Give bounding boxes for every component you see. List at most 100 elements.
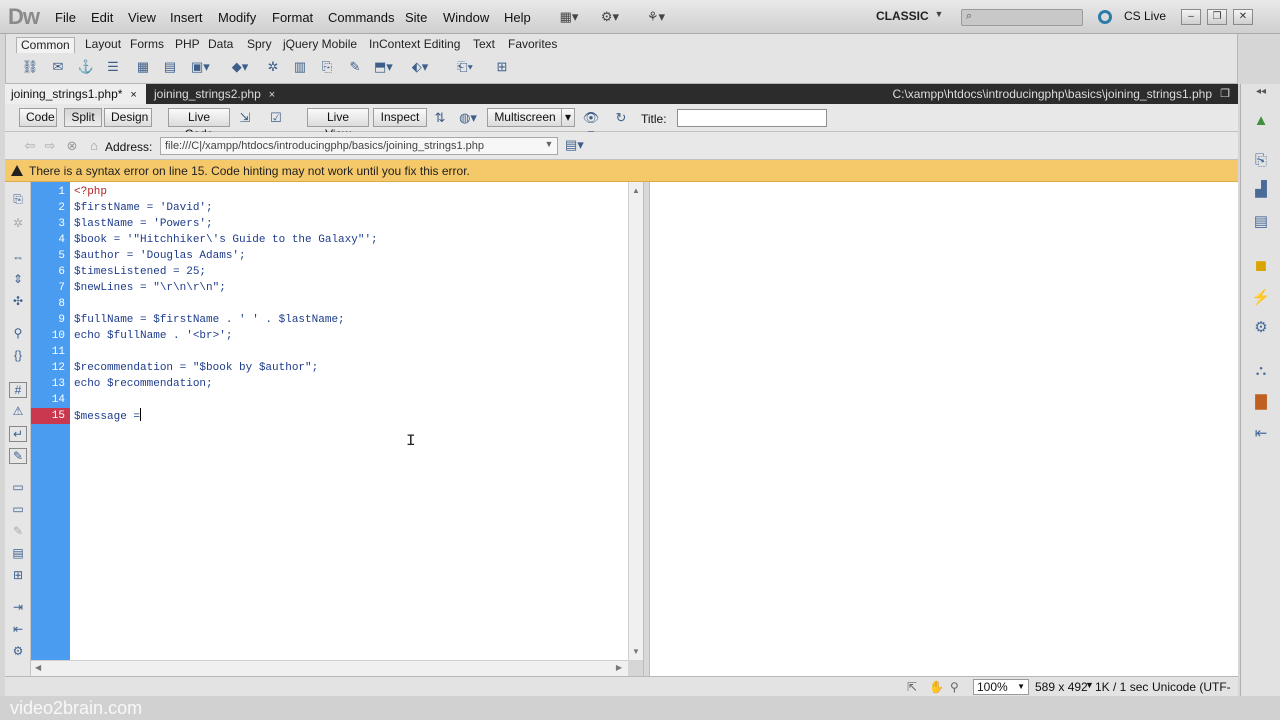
script-icon[interactable]: ⬖▾ [411,59,429,77]
tab-incontext-editing[interactable]: InContext Editing [365,37,464,53]
tab-spry[interactable]: Spry [243,37,276,53]
tab-data[interactable]: Data [204,37,237,53]
tab-php[interactable]: PHP [171,37,204,53]
balance-braces-icon[interactable]: {} [9,348,27,364]
div-icon[interactable]: ▤ [161,59,179,77]
select-tool-icon[interactable]: ⇱ [907,680,917,694]
open-documents-icon[interactable]: ⎘ [9,192,27,208]
search-input[interactable]: ⌕ [961,9,1083,26]
menu-file[interactable]: File [55,10,76,25]
design-view[interactable] [650,182,1238,676]
indent-icon[interactable]: ⇥ [9,600,27,616]
site-manager-icon[interactable]: ⚘▾ [645,9,667,25]
menu-view[interactable]: View [128,10,156,25]
code-view-button[interactable]: Code [19,108,57,127]
tab-layout[interactable]: Layout [81,37,125,53]
window-size[interactable]: 589 x 492 [1035,680,1088,694]
move-css-icon[interactable]: ⊞ [9,568,27,584]
workspace-switcher[interactable]: CLASSIC [876,9,929,23]
tab-forms[interactable]: Forms [126,37,168,53]
chevron-down-icon[interactable]: ▼ [928,9,950,25]
insert-panel-icon[interactable]: ▲ [1251,112,1271,132]
code-horizontal-scrollbar[interactable]: ◀ ▶ [31,660,628,676]
cs-live-button[interactable]: CS Live [1124,9,1166,23]
media-icon[interactable]: ◆▾ [231,59,249,77]
server-behaviors-icon[interactable]: ⚡ [1251,288,1271,308]
close-icon[interactable]: × [269,89,275,101]
scroll-right-icon[interactable]: ▶ [616,663,622,672]
gear-icon[interactable]: ⚙▾ [599,9,621,25]
show-code-navigator-icon[interactable]: ✲ [9,216,27,232]
refresh-icon[interactable]: ↻ [612,110,630,128]
snippets-icon[interactable]: ⇤ [1251,424,1271,444]
menu-modify[interactable]: Modify [218,10,256,25]
check-browser-icon[interactable]: ☑ [267,110,285,128]
zoom-select[interactable]: 100% ▼ [973,679,1029,695]
wrap-tag-icon[interactable]: ✎ [9,524,27,540]
table-icon[interactable]: ▦ [134,59,152,77]
databases-icon[interactable]: ◼ [1251,256,1271,276]
live-view-button[interactable]: Live View [307,108,369,141]
collapse-full-tag-icon[interactable]: ⇔ [9,250,27,266]
tab-favorites[interactable]: Favorites [504,37,561,53]
menu-commands[interactable]: Commands [328,10,394,25]
format-source-icon[interactable]: ⚙ [9,644,27,660]
horizontal-rule-icon[interactable]: ☰ [104,59,122,77]
inspect-button[interactable]: Inspect [373,108,427,127]
apply-comment-icon[interactable]: ▭ [9,480,27,496]
expand-panels-icon[interactable]: ◂◂ [1251,86,1271,106]
select-parent-tag-icon[interactable]: ⚲ [9,326,27,342]
image-icon[interactable]: ▣▾ [191,59,210,77]
menu-insert[interactable]: Insert [170,10,203,25]
named-anchor-icon[interactable]: ⚓ [77,59,95,77]
file-transfer-icon[interactable]: ⇅ [431,110,449,128]
back-icon[interactable]: ⇦ [21,138,39,156]
menu-edit[interactable]: Edit [91,10,113,25]
date-icon[interactable]: ▥ [291,59,309,77]
bindings-icon[interactable]: ⚙ [1251,318,1271,338]
collapse-selection-icon[interactable]: ⇕ [9,272,27,288]
minimize-button[interactable]: – [1181,9,1201,25]
inspect-mode-icon[interactable]: ⇲ [236,110,254,128]
tab-joining-strings2[interactable]: joining_strings2.php × [148,84,283,104]
browse-options-icon[interactable]: ▤▾ [565,137,584,155]
design-view-button[interactable]: Design [104,108,152,127]
maximize-button[interactable]: ❐ [1207,9,1227,25]
files-icon[interactable]: ⛬ [1251,362,1271,382]
split-view-button[interactable]: Split [64,108,102,127]
live-code-button[interactable]: Live Code [168,108,230,141]
tab-text[interactable]: Text [469,37,499,53]
comment-icon[interactable]: ✎ [346,59,364,77]
expand-all-icon[interactable]: ✣ [9,294,27,310]
scroll-down-icon[interactable]: ▼ [632,647,640,656]
word-wrap-icon[interactable]: ↵ [9,426,27,442]
multiscreen-dropdown[interactable]: ▾ [561,108,575,127]
hand-tool-icon[interactable]: ✋ [929,680,944,694]
forward-icon[interactable]: ⇨ [41,138,59,156]
line-numbers-icon[interactable]: # [9,382,27,398]
head-icon[interactable]: ⬒▾ [374,59,393,77]
menu-site[interactable]: Site [405,10,427,25]
chevron-down-icon[interactable]: ▼ [540,139,558,157]
remove-comment-icon[interactable]: ▭ [9,502,27,518]
multiscreen-button[interactable]: Multiscreen [487,108,563,127]
syntax-coloring-icon[interactable]: ✎ [9,448,27,464]
title-input[interactable] [677,109,827,127]
menu-window[interactable]: Window [443,10,489,25]
tag-chooser-icon[interactable]: ⊞ [493,59,511,77]
close-button[interactable]: ✕ [1233,9,1253,25]
code-vertical-scrollbar[interactable]: ▲ ▼ [628,182,643,660]
split-divider[interactable] [643,182,650,676]
tab-common[interactable]: Common [16,37,75,53]
menu-help[interactable]: Help [504,10,531,25]
globe-icon[interactable]: ◍▾ [459,110,477,128]
code-editor[interactable]: <?php $firstName = 'David'; $lastName = … [70,182,628,660]
scroll-up-icon[interactable]: ▲ [632,186,640,195]
css-styles-icon[interactable]: ⎘ [1251,152,1271,172]
server-side-include-icon[interactable]: ⎘ [318,59,336,77]
restore-icon[interactable]: ❐ [1220,87,1230,100]
scroll-left-icon[interactable]: ◀ [35,663,41,672]
tab-jquery-mobile[interactable]: jQuery Mobile [279,37,361,53]
chevron-down-icon[interactable]: ▼ [1085,680,1094,690]
stop-icon[interactable]: ⊗ [63,138,81,156]
